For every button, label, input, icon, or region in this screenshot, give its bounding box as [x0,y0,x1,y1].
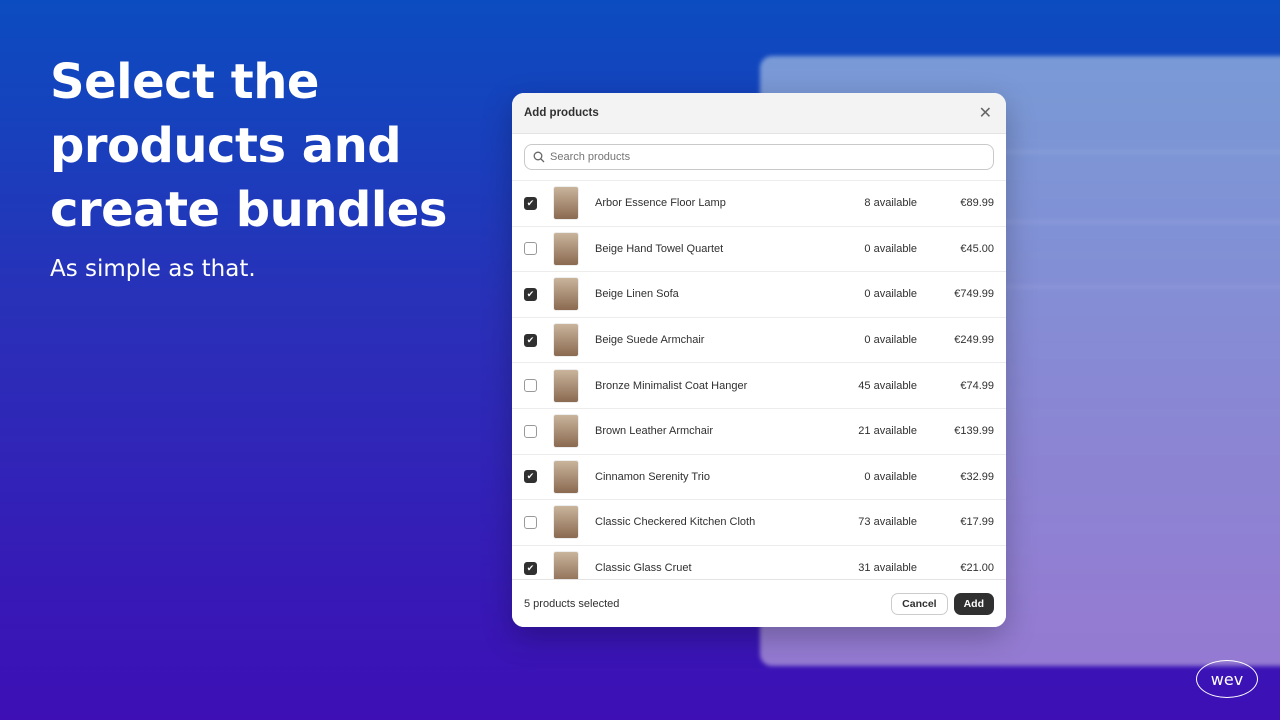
product-checkbox[interactable] [524,242,537,256]
hero-title: Select the products and create bundles [50,54,447,238]
add-button[interactable]: Add [953,592,994,615]
product-thumbnail [553,459,579,494]
hero: Select the products and create bundles A… [50,50,470,282]
product-checkbox[interactable]: ✔ [524,470,537,484]
product-checkbox[interactable]: ✔ [524,196,537,210]
product-checkbox[interactable] [524,515,537,529]
hero-subtitle: As simple as that. [50,256,256,282]
product-thumbnail [553,505,579,540]
product-thumbnail [553,231,579,266]
dialog-title: Add products [524,107,599,119]
product-thumbnail [553,414,579,449]
product-row[interactable]: Beige Hand Towel Quartet 0 available €45… [512,227,1006,273]
product-checkbox[interactable] [524,424,537,438]
product-checkbox[interactable]: ✔ [524,287,537,301]
product-price: €45.00 [960,242,994,255]
product-name: Beige Linen Sofa [595,288,679,301]
product-row[interactable]: ✔ Beige Suede Armchair 0 available €249.… [512,318,1006,364]
product-name: Classic Glass Cruet [595,562,692,575]
product-row[interactable]: Classic Checkered Kitchen Cloth 73 avail… [512,500,1006,546]
checkmark-icon: ✔ [526,197,535,208]
product-availability: 31 available [858,562,917,575]
product-list: ✔ Arbor Essence Floor Lamp 8 available €… [512,180,1006,592]
wev-logo: wev [1196,660,1258,698]
product-thumbnail [553,368,579,403]
product-availability: 73 available [858,516,917,529]
product-price: €139.99 [954,425,994,438]
product-price: €249.99 [954,334,994,347]
product-row[interactable]: Brown Leather Armchair 21 available €139… [512,409,1006,455]
product-name: Beige Hand Towel Quartet [595,242,724,255]
product-availability: 0 available [864,334,917,347]
add-products-dialog: Add products ✕ ✔ Arbor Essence Floor Lam… [512,93,1006,627]
product-name: Classic Checkered Kitchen Cloth [595,516,756,529]
product-price: €17.99 [960,516,994,529]
product-price: €21.00 [960,562,994,575]
product-name: Bronze Minimalist Coat Hanger [595,379,748,392]
product-price: €32.99 [960,470,994,483]
checkmark-icon: ✔ [526,471,535,482]
product-availability: 21 available [858,425,917,438]
dialog-header: Add products ✕ [512,93,1006,134]
product-name: Cinnamon Serenity Trio [595,470,710,483]
search-field[interactable] [524,144,994,170]
product-availability: 0 available [864,242,917,255]
checkmark-icon: ✔ [526,334,535,345]
selected-count: 5 products selected [524,597,620,610]
product-availability: 0 available [864,470,917,483]
product-thumbnail [553,277,579,312]
product-checkbox[interactable]: ✔ [524,561,537,575]
product-price: €74.99 [960,379,994,392]
product-thumbnail [553,186,579,221]
product-thumbnail [553,323,579,358]
product-price: €749.99 [954,288,994,301]
close-icon[interactable]: ✕ [979,103,992,123]
product-name: Arbor Essence Floor Lamp [595,197,726,210]
product-row[interactable]: Bronze Minimalist Coat Hanger 45 availab… [512,363,1006,409]
dialog-footer: 5 products selected Cancel Add [512,579,1006,627]
product-name: Brown Leather Armchair [595,425,713,438]
product-row[interactable]: ✔ Cinnamon Serenity Trio 0 available €32… [512,455,1006,501]
checkmark-icon: ✔ [526,562,535,573]
search-icon [533,151,545,163]
product-checkbox[interactable]: ✔ [524,333,537,347]
product-row[interactable]: ✔ Beige Linen Sofa 0 available €749.99 [512,272,1006,318]
search-input[interactable] [550,151,993,163]
product-availability: 8 available [864,197,917,210]
product-availability: 45 available [858,379,917,392]
cancel-button[interactable]: Cancel [891,592,948,615]
checkmark-icon: ✔ [526,288,535,299]
product-price: €89.99 [960,197,994,210]
product-checkbox[interactable] [524,379,537,393]
product-name: Beige Suede Armchair [595,334,705,347]
product-availability: 0 available [864,288,917,301]
product-row[interactable]: ✔ Arbor Essence Floor Lamp 8 available €… [512,181,1006,227]
